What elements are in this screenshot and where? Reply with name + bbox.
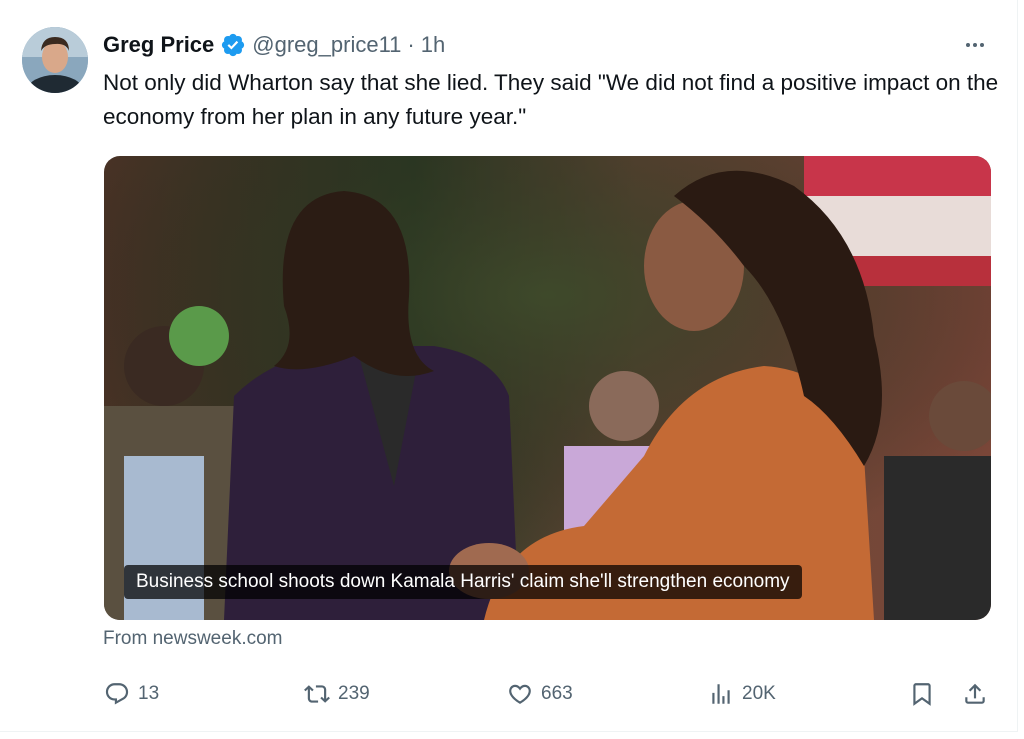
more-icon[interactable]: [960, 34, 990, 56]
separator: ·: [407, 32, 415, 57]
repost-icon: [304, 685, 330, 703]
link-card[interactable]: Business school shoots down Kamala Harri…: [104, 156, 991, 620]
tweet-header: Greg Price @greg_price11 · 1h: [103, 30, 445, 60]
card-source[interactable]: From newsweek.com: [103, 628, 283, 650]
card-image: [104, 156, 991, 620]
reply-button[interactable]: 13: [104, 676, 159, 712]
tweet[interactable]: Greg Price @greg_price11 · 1h Not only d…: [0, 0, 1018, 732]
avatar[interactable]: [22, 27, 88, 93]
action-bar: 13 239 663 20K: [0, 676, 1018, 712]
bookmark-button[interactable]: [909, 676, 935, 712]
bookmark-icon: [913, 683, 931, 706]
like-icon: [509, 684, 531, 704]
like-count: 663: [541, 683, 573, 704]
like-button[interactable]: 663: [507, 676, 573, 712]
share-button[interactable]: [962, 676, 988, 712]
repost-button[interactable]: 239: [304, 676, 370, 712]
timestamp[interactable]: 1h: [421, 32, 445, 58]
verified-badge-icon: [220, 32, 246, 58]
views-button[interactable]: 20K: [708, 676, 776, 712]
view-count: 20K: [742, 683, 776, 704]
share-icon: [965, 683, 985, 704]
card-caption: Business school shoots down Kamala Harri…: [124, 565, 802, 599]
reply-icon: [105, 683, 129, 705]
author-name[interactable]: Greg Price: [103, 32, 214, 58]
reply-count: 13: [138, 683, 160, 704]
author-handle[interactable]: @greg_price11: [252, 32, 401, 58]
repost-count: 239: [338, 683, 370, 704]
views-icon: [712, 684, 730, 704]
tweet-text: Not only did Wharton say that she lied. …: [103, 70, 999, 129]
